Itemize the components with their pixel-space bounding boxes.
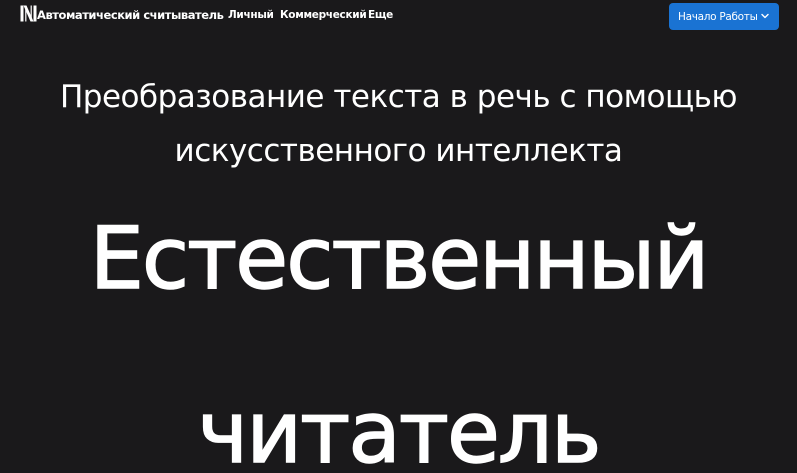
navbar: Автоматический считыватель Личный Коммер… <box>0 0 797 32</box>
brand-name[interactable]: Автоматический считыватель <box>37 8 224 22</box>
hero-subtitle-line-2: искусственного интеллекта <box>174 133 623 169</box>
page: Автоматический считыватель Личный Коммер… <box>0 0 797 473</box>
nav-link-commercial[interactable]: Коммерческий <box>280 8 367 22</box>
get-started-label: Начало Работы <box>678 10 758 23</box>
n-logo-icon[interactable] <box>20 5 37 22</box>
nav-link-more[interactable]: Еще <box>368 8 393 22</box>
nav-link-personal[interactable]: Личный <box>228 8 274 22</box>
hero-subtitle: Преобразование текста в речь с помощью и… <box>0 70 797 178</box>
hero-subtitle-line-1: Преобразование текста в речь с помощью <box>59 79 738 115</box>
get-started-button[interactable]: Начало Работы <box>669 3 779 30</box>
hero-headline-line-2: читатель <box>197 382 603 473</box>
hero-headline-line-1: Естественный <box>89 208 710 310</box>
chevron-down-icon <box>761 13 769 19</box>
